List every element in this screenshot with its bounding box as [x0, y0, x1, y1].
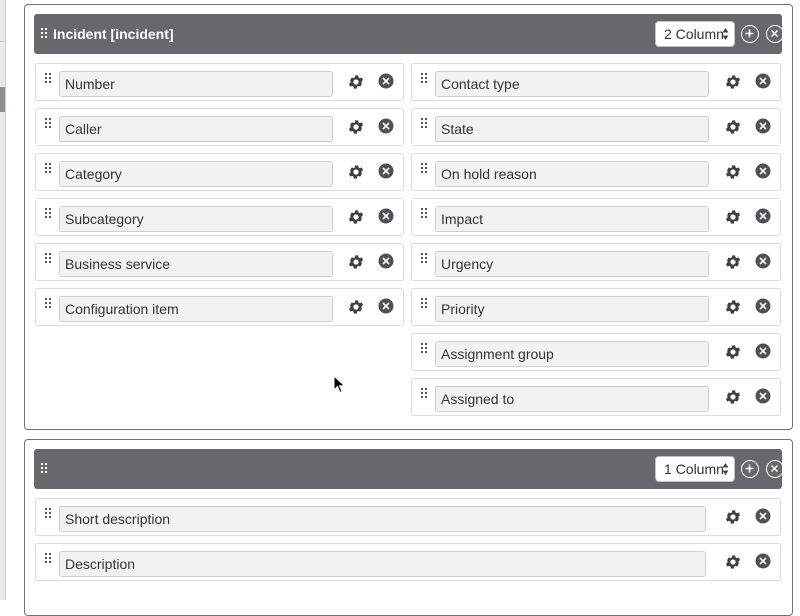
- drag-handle-icon[interactable]: [420, 72, 428, 86]
- drag-handle-icon[interactable]: [40, 462, 48, 476]
- gear-icon[interactable]: [347, 163, 365, 181]
- add-icon[interactable]: [741, 25, 759, 43]
- close-icon[interactable]: [755, 508, 771, 524]
- gear-icon[interactable]: [347, 253, 365, 271]
- field-row[interactable]: Impact: [411, 198, 781, 236]
- field-row[interactable]: Subcategory: [35, 198, 404, 236]
- close-icon[interactable]: [755, 163, 771, 179]
- drag-handle-icon[interactable]: [420, 297, 428, 311]
- field-label[interactable]: Urgency: [435, 251, 709, 277]
- gear-icon[interactable]: [724, 343, 742, 361]
- gear-icon[interactable]: [347, 298, 365, 316]
- close-icon[interactable]: [755, 253, 771, 269]
- left-rail-divider: [0, 41, 5, 42]
- field-row[interactable]: Description: [35, 543, 781, 581]
- close-icon[interactable]: [378, 298, 394, 314]
- column-layout-value: 2 Column: [664, 26, 724, 42]
- close-icon[interactable]: [378, 73, 394, 89]
- drag-handle-icon[interactable]: [44, 207, 52, 221]
- field-row[interactable]: Business service: [35, 243, 404, 281]
- close-icon[interactable]: [766, 460, 784, 478]
- close-icon[interactable]: [755, 298, 771, 314]
- field-row[interactable]: Category: [35, 153, 404, 191]
- field-row[interactable]: Contact type: [411, 63, 781, 101]
- gear-icon[interactable]: [347, 118, 365, 136]
- field-label[interactable]: On hold reason: [435, 161, 709, 187]
- field-label[interactable]: Configuration item: [59, 296, 333, 322]
- add-icon[interactable]: [741, 460, 759, 478]
- field-label[interactable]: Number: [59, 71, 333, 97]
- field-row[interactable]: Priority: [411, 288, 781, 326]
- drag-handle-icon[interactable]: [44, 117, 52, 131]
- drag-handle-icon[interactable]: [420, 252, 428, 266]
- drag-handle-icon[interactable]: [420, 162, 428, 176]
- section-title: Incident [incident]: [53, 26, 174, 42]
- field-row[interactable]: On hold reason: [411, 153, 781, 191]
- gear-icon[interactable]: [347, 73, 365, 91]
- drag-handle-icon[interactable]: [420, 387, 428, 401]
- field-label[interactable]: Assignment group: [435, 341, 709, 367]
- field-label[interactable]: Contact type: [435, 71, 709, 97]
- field-row[interactable]: Assigned to: [411, 378, 781, 416]
- gear-icon[interactable]: [724, 508, 742, 526]
- drag-handle-icon[interactable]: [44, 552, 52, 566]
- close-icon[interactable]: [755, 118, 771, 134]
- close-icon[interactable]: [755, 73, 771, 89]
- column-layout-value: 1 Column: [664, 461, 724, 477]
- field-label[interactable]: Description: [59, 551, 706, 577]
- left-rail-active-marker: [0, 87, 5, 112]
- mouse-cursor-icon: [333, 375, 347, 395]
- field-row[interactable]: Urgency: [411, 243, 781, 281]
- close-icon[interactable]: [755, 553, 771, 569]
- column-layout-select[interactable]: 2 Column: [655, 21, 735, 47]
- field-label[interactable]: Subcategory: [59, 206, 333, 232]
- gear-icon[interactable]: [724, 253, 742, 271]
- field-label[interactable]: Assigned to: [435, 386, 709, 412]
- field-label[interactable]: State: [435, 116, 709, 142]
- field-row[interactable]: Short description: [35, 498, 781, 536]
- gear-icon[interactable]: [724, 208, 742, 226]
- field-row[interactable]: Number: [35, 63, 404, 101]
- field-label[interactable]: Priority: [435, 296, 709, 322]
- field-label[interactable]: Category: [59, 161, 333, 187]
- column-layout-select[interactable]: 1 Column: [655, 456, 735, 482]
- section-header[interactable]: 1 Column: [34, 449, 784, 489]
- field-row[interactable]: State: [411, 108, 781, 146]
- field-row[interactable]: Caller: [35, 108, 404, 146]
- close-icon[interactable]: [378, 163, 394, 179]
- gear-icon[interactable]: [347, 208, 365, 226]
- gear-icon[interactable]: [724, 553, 742, 571]
- close-icon[interactable]: [755, 208, 771, 224]
- gear-icon[interactable]: [724, 388, 742, 406]
- gear-icon[interactable]: [724, 73, 742, 91]
- field-row[interactable]: Configuration item: [35, 288, 404, 326]
- drag-handle-icon[interactable]: [44, 162, 52, 176]
- close-icon[interactable]: [378, 253, 394, 269]
- close-icon[interactable]: [755, 388, 771, 404]
- updown-arrows-icon: [722, 26, 729, 42]
- drag-handle-icon[interactable]: [44, 507, 52, 521]
- drag-handle-icon[interactable]: [420, 342, 428, 356]
- drag-handle-icon[interactable]: [44, 297, 52, 311]
- gear-icon[interactable]: [724, 298, 742, 316]
- gear-icon[interactable]: [724, 118, 742, 136]
- drag-handle-icon[interactable]: [40, 27, 48, 41]
- field-label[interactable]: Short description: [59, 506, 706, 532]
- drag-handle-icon[interactable]: [44, 252, 52, 266]
- close-icon[interactable]: [378, 208, 394, 224]
- gear-icon[interactable]: [724, 163, 742, 181]
- close-icon[interactable]: [378, 118, 394, 134]
- field-row[interactable]: Assignment group: [411, 333, 781, 371]
- drag-handle-icon[interactable]: [420, 207, 428, 221]
- field-label[interactable]: Business service: [59, 251, 333, 277]
- close-icon[interactable]: [766, 25, 784, 43]
- field-label[interactable]: Impact: [435, 206, 709, 232]
- updown-arrows-icon: [722, 461, 729, 477]
- drag-handle-icon[interactable]: [44, 72, 52, 86]
- field-label[interactable]: Caller: [59, 116, 333, 142]
- section-header[interactable]: Incident [incident] 2 Column: [34, 14, 784, 54]
- drag-handle-icon[interactable]: [420, 117, 428, 131]
- close-icon[interactable]: [755, 343, 771, 359]
